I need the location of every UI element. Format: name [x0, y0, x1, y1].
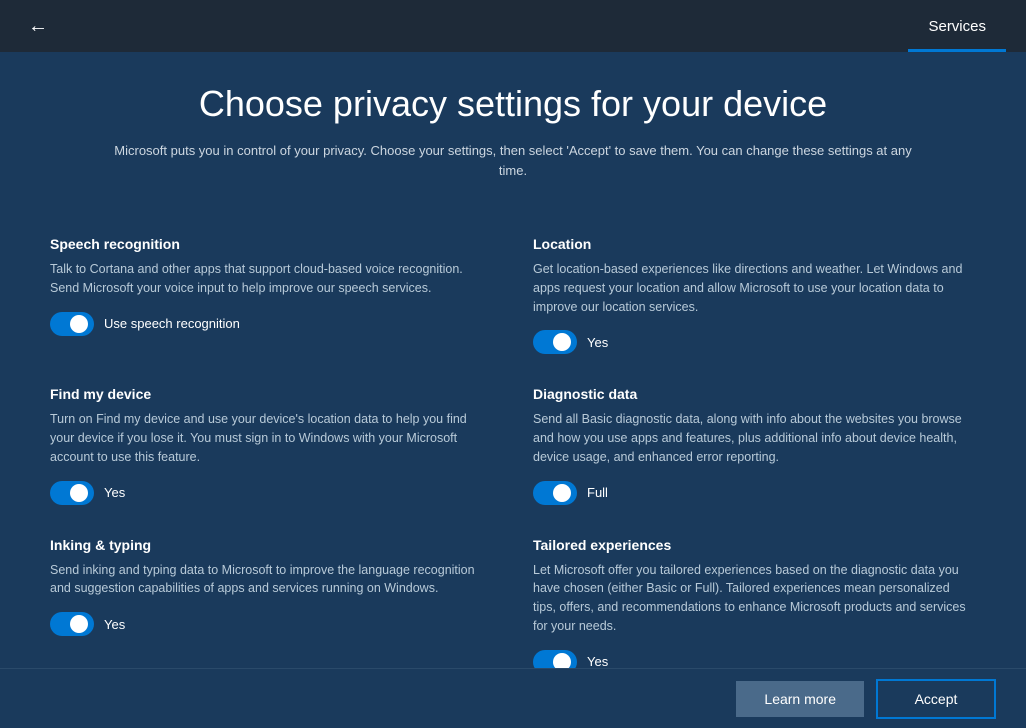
- find-my-device-toggle[interactable]: [50, 481, 94, 505]
- footer: Learn more Accept: [0, 668, 1026, 728]
- setting-find-my-device-desc: Turn on Find my device and use your devi…: [50, 410, 493, 466]
- setting-tailored-experiences-desc: Let Microsoft offer you tailored experie…: [533, 561, 976, 636]
- learn-more-button[interactable]: Learn more: [736, 681, 864, 717]
- speech-recognition-toggle[interactable]: [50, 312, 94, 336]
- setting-speech-recognition-desc: Talk to Cortana and other apps that supp…: [50, 260, 493, 298]
- header: ← Services: [0, 0, 1026, 52]
- tailored-experiences-toggle-label: Yes: [587, 654, 608, 668]
- location-toggle[interactable]: [533, 330, 577, 354]
- tailored-experiences-toggle-container: Yes: [533, 650, 976, 668]
- setting-diagnostic-data-title: Diagnostic data: [533, 386, 976, 402]
- inking-typing-toggle[interactable]: [50, 612, 94, 636]
- accept-button[interactable]: Accept: [876, 679, 996, 719]
- setting-speech-recognition-title: Speech recognition: [50, 236, 493, 252]
- setting-inking-typing-desc: Send inking and typing data to Microsoft…: [50, 561, 493, 599]
- page-subtitle: Microsoft puts you in control of your pr…: [113, 141, 913, 180]
- setting-diagnostic-data-desc: Send all Basic diagnostic data, along wi…: [533, 410, 976, 466]
- setting-location-title: Location: [533, 236, 976, 252]
- setting-speech-recognition: Speech recognition Talk to Cortana and o…: [50, 220, 493, 370]
- header-right: Services: [908, 0, 1006, 52]
- diagnostic-data-toggle-container: Full: [533, 481, 976, 505]
- services-tab: Services: [908, 0, 1006, 52]
- setting-find-my-device: Find my device Turn on Find my device an…: [50, 370, 493, 520]
- setting-location-desc: Get location-based experiences like dire…: [533, 260, 976, 316]
- settings-grid: Speech recognition Talk to Cortana and o…: [30, 200, 996, 668]
- location-toggle-label: Yes: [587, 335, 608, 350]
- find-my-device-toggle-label: Yes: [104, 485, 125, 500]
- tailored-experiences-toggle[interactable]: [533, 650, 577, 668]
- setting-tailored-experiences-title: Tailored experiences: [533, 537, 976, 553]
- speech-recognition-toggle-container: Use speech recognition: [50, 312, 493, 336]
- services-tab-label: Services: [928, 18, 986, 35]
- location-toggle-container: Yes: [533, 330, 976, 354]
- diagnostic-data-toggle[interactable]: [533, 481, 577, 505]
- setting-location: Location Get location-based experiences …: [533, 220, 976, 370]
- setting-find-my-device-title: Find my device: [50, 386, 493, 402]
- inking-typing-toggle-label: Yes: [104, 617, 125, 632]
- setting-inking-typing: Inking & typing Send inking and typing d…: [50, 521, 493, 668]
- setting-inking-typing-title: Inking & typing: [50, 537, 493, 553]
- title-section: Choose privacy settings for your device …: [30, 52, 996, 200]
- diagnostic-data-toggle-label: Full: [587, 485, 608, 500]
- main-content: Choose privacy settings for your device …: [0, 52, 1026, 668]
- find-my-device-toggle-container: Yes: [50, 481, 493, 505]
- setting-diagnostic-data: Diagnostic data Send all Basic diagnosti…: [533, 370, 976, 520]
- setting-tailored-experiences: Tailored experiences Let Microsoft offer…: [533, 521, 976, 668]
- speech-recognition-toggle-label: Use speech recognition: [104, 316, 240, 331]
- back-button[interactable]: ←: [20, 8, 56, 44]
- inking-typing-toggle-container: Yes: [50, 612, 493, 636]
- page-title: Choose privacy settings for your device: [90, 82, 936, 125]
